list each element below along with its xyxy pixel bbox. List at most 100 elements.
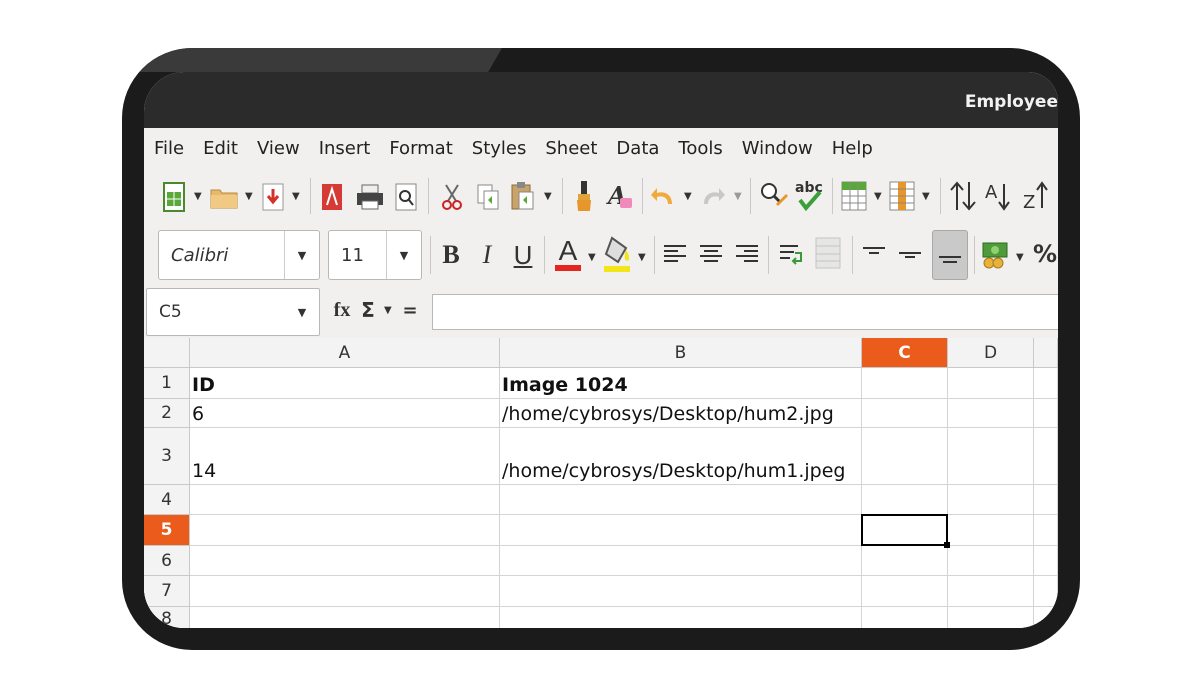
cell-b5[interactable] [500, 515, 862, 546]
chevron-down-icon[interactable]: ▼ [194, 191, 202, 202]
cell-e4[interactable] [1034, 485, 1058, 515]
chevron-down-icon[interactable]: ▼ [245, 191, 253, 202]
cell-c3[interactable] [862, 428, 948, 485]
cell-d8[interactable] [948, 607, 1034, 628]
find-replace-icon[interactable] [758, 180, 788, 212]
cell-c4[interactable] [862, 485, 948, 515]
menu-format[interactable]: Format [379, 138, 461, 159]
copy-icon[interactable] [476, 182, 500, 212]
chevron-down-icon[interactable]: ▼ [874, 191, 882, 202]
menu-tools[interactable]: Tools [668, 138, 731, 159]
row-header-5[interactable]: 5 [144, 515, 190, 546]
function-wizard-button[interactable]: fx [330, 296, 354, 324]
currency-format-icon[interactable] [980, 238, 1010, 270]
cell-b7[interactable] [500, 576, 862, 607]
chevron-down-icon[interactable]: ▼ [734, 191, 742, 202]
cell-e1[interactable] [1034, 368, 1058, 399]
fill-handle[interactable] [944, 542, 950, 548]
cell-d6[interactable] [948, 546, 1034, 576]
chevron-down-icon[interactable]: ▼ [684, 191, 692, 202]
cell-a7[interactable] [190, 576, 500, 607]
font-color-button[interactable]: A [554, 234, 582, 274]
menu-window[interactable]: Window [732, 138, 822, 159]
menu-edit[interactable]: Edit [193, 138, 247, 159]
italic-button[interactable]: I [474, 238, 500, 272]
row-header-3[interactable]: 3 [144, 428, 190, 485]
row-header-7[interactable]: 7 [144, 576, 190, 607]
menu-insert[interactable]: Insert [309, 138, 380, 159]
print-preview-icon[interactable] [394, 182, 418, 212]
align-top-icon[interactable] [860, 240, 888, 268]
cell-b1[interactable]: Image 1024 [500, 368, 862, 399]
cell-a2[interactable]: 6 [190, 399, 500, 428]
chevron-down-icon[interactable]: ▼ [544, 191, 552, 202]
clone-formatting-icon[interactable] [572, 180, 596, 212]
chevron-down-icon[interactable]: ▼ [284, 231, 319, 279]
sort-descending-icon[interactable]: Z [1022, 180, 1052, 212]
column-header-c[interactable]: C [862, 338, 948, 368]
row-header-2[interactable]: 2 [144, 399, 190, 428]
clear-formatting-icon[interactable]: A [606, 180, 634, 212]
redo-icon[interactable] [700, 182, 726, 210]
cell-a6[interactable] [190, 546, 500, 576]
name-box[interactable]: C5 ▼ [146, 288, 320, 336]
undo-icon[interactable] [650, 182, 676, 210]
save-icon[interactable] [262, 182, 284, 212]
cell-d2[interactable] [948, 399, 1034, 428]
formula-input[interactable] [432, 294, 1058, 330]
cell-a5[interactable] [190, 515, 500, 546]
cell-e6[interactable] [1034, 546, 1058, 576]
percent-format-button[interactable]: % [1032, 238, 1058, 270]
align-left-icon[interactable] [662, 240, 688, 268]
cell-e8[interactable] [1034, 607, 1058, 628]
export-pdf-icon[interactable] [320, 182, 344, 212]
formula-button[interactable]: = [400, 296, 420, 324]
print-icon[interactable] [356, 182, 384, 212]
cell-d4[interactable] [948, 485, 1034, 515]
menu-styles[interactable]: Styles [462, 138, 536, 159]
cut-icon[interactable] [440, 182, 464, 212]
cell-c7[interactable] [862, 576, 948, 607]
cell-e7[interactable] [1034, 576, 1058, 607]
cell-c2[interactable] [862, 399, 948, 428]
chevron-down-icon[interactable]: ▼ [1016, 252, 1024, 263]
cell-a4[interactable] [190, 485, 500, 515]
cell-b6[interactable] [500, 546, 862, 576]
font-name-combo[interactable]: Calibri ▼ [158, 230, 320, 280]
column-header-e[interactable] [1034, 338, 1058, 368]
underline-button[interactable]: U [510, 238, 536, 272]
spellcheck-icon[interactable]: abc [794, 178, 824, 212]
cell-d1[interactable] [948, 368, 1034, 399]
chevron-down-icon[interactable]: ▼ [285, 289, 319, 335]
column-header-a[interactable]: A [190, 338, 500, 368]
chevron-down-icon[interactable]: ▼ [638, 252, 646, 263]
sort-icon[interactable] [948, 180, 978, 212]
chevron-down-icon[interactable]: ▼ [588, 252, 596, 263]
column-header-b[interactable]: B [500, 338, 862, 368]
row-header-1[interactable]: 1 [144, 368, 190, 399]
cell-d5[interactable] [948, 515, 1034, 546]
merge-cells-icon[interactable] [814, 236, 842, 270]
menu-sheet[interactable]: Sheet [535, 138, 606, 159]
row-header-6[interactable]: 6 [144, 546, 190, 576]
menu-data[interactable]: Data [606, 138, 668, 159]
wrap-text-icon[interactable] [778, 240, 806, 268]
chevron-down-icon[interactable]: ▼ [384, 305, 392, 316]
cell-b2[interactable]: /home/cybrosys/Desktop/hum2.jpg [500, 399, 862, 428]
chevron-down-icon[interactable]: ▼ [922, 191, 930, 202]
highlighting-color-icon[interactable] [602, 234, 632, 274]
align-right-icon[interactable] [734, 240, 760, 268]
menu-file[interactable]: File [144, 138, 193, 159]
sort-ascending-icon[interactable]: A [984, 180, 1014, 212]
cell-d3[interactable] [948, 428, 1034, 485]
row-header-4[interactable]: 4 [144, 485, 190, 515]
open-folder-icon[interactable] [210, 184, 238, 210]
menu-help[interactable]: Help [822, 138, 882, 159]
cell-a8[interactable] [190, 607, 500, 628]
cell-d7[interactable] [948, 576, 1034, 607]
sum-button[interactable]: Σ [358, 296, 378, 324]
bold-button[interactable]: B [438, 238, 464, 272]
align-bottom-button[interactable] [932, 230, 968, 280]
cell-c8[interactable] [862, 607, 948, 628]
cell-c1[interactable] [862, 368, 948, 399]
